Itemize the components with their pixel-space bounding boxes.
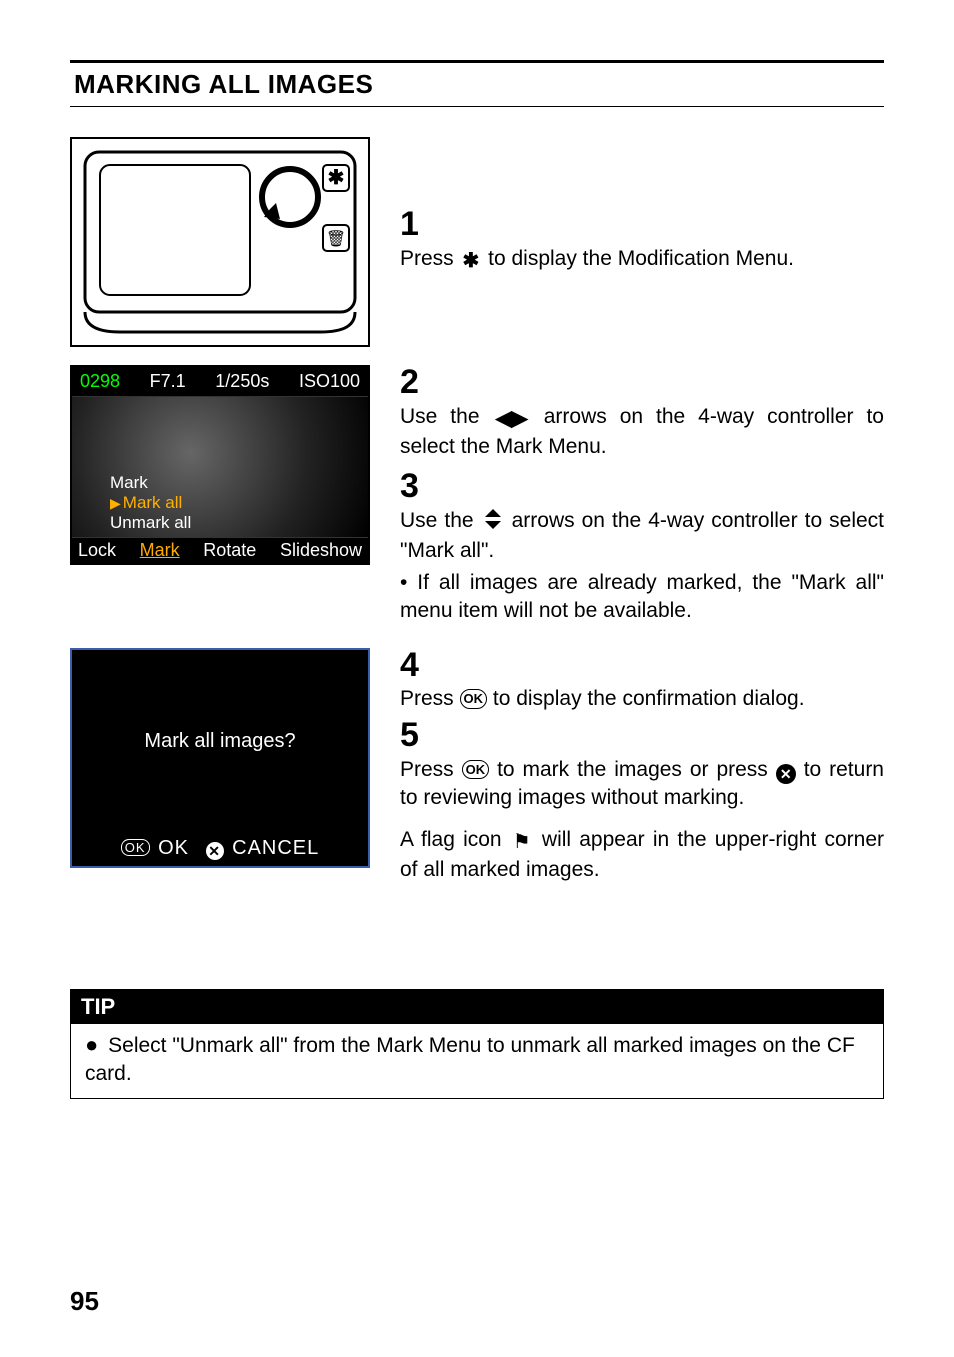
dialog-question: Mark all images? [144,730,295,753]
section-title: MARKING ALL IMAGES [70,60,884,107]
btn-rotate[interactable]: Rotate [203,540,256,561]
up-down-arrow-icon [484,507,502,537]
step-1-text: Press ✱ to display the Modification Menu… [400,245,884,275]
lcd-mark-menu: 0298 F7.1 1/250s ISO100 Mark Mark all Un… [70,365,370,565]
lcd-submenu: Mark Mark all Unmark all [110,473,191,533]
flag-icon: ⚑ [513,829,531,856]
tip-body: ● Select "Unmark all" from the Mark Menu… [71,1024,883,1099]
step-1-number: 1 [400,207,884,243]
svg-text:🗑: 🗑 [326,230,346,248]
cancel-circle-icon: ✕ [776,764,796,784]
step-4-number: 4 [400,648,884,684]
svg-text:✱: ✱ [328,167,345,189]
step-5-text: Press OK to mark the images or press ✕ t… [400,756,884,813]
step1-post: to display the Modification Menu. [488,247,794,270]
menu-mark-all[interactable]: Mark all [110,493,191,513]
btn-lock[interactable]: Lock [78,540,116,561]
cancel-badge-icon: ✕ [206,842,224,860]
dialog-mark-all: Mark all images? OK OK ✕ CANCEL [70,648,370,868]
step-2-text: Use the ◀▶ arrows on the 4-way controlle… [400,403,884,462]
btn-mark[interactable]: Mark [140,540,180,561]
bullet-dot-icon: • [400,571,407,594]
step-2-number: 2 [400,365,884,401]
btn-slideshow[interactable]: Slideshow [280,540,362,561]
step-3-line1: Use the arrows on the 4-way controller t… [400,507,884,565]
step-5-number: 5 [400,718,884,754]
ok-badge-icon: OK [121,839,150,856]
flag-note: A flag icon ⚑ will appear in the upper-r… [400,826,884,884]
step1-pre: Press [400,247,460,270]
lcd-fstop: F7.1 [150,371,186,392]
menu-unmark-all[interactable]: Unmark all [110,513,191,533]
lcd-shutter: 1/250s [215,371,269,392]
dialog-controls: OK OK ✕ CANCEL [121,837,320,860]
row-2: 0298 F7.1 1/250s ISO100 Mark Mark all Un… [70,365,884,630]
dialog-ok[interactable]: OK [158,837,189,859]
ok-pill-icon-2: OK [462,760,490,780]
camera-line-drawing: ✱ 🗑 [70,137,370,347]
step-4-text: Press OK to display the confirmation dia… [400,685,884,713]
ok-pill-icon: OK [460,689,488,709]
row-3: Mark all images? OK OK ✕ CANCEL 4 Press … [70,648,884,889]
page-number: 95 [70,1286,99,1317]
tip-bullet-icon: ● [85,1032,98,1057]
menu-head: Mark [110,473,191,493]
lcd-counter: 0298 [80,371,120,392]
row-1: ✱ 🗑 1 Press ✱ to display the Modificatio… [70,137,884,347]
asterisk-icon: ✱ [463,248,480,275]
tip-header: TIP [71,990,883,1024]
left-right-arrow-icon: ◀▶ [495,405,527,433]
step-3-line2: • If all images are already marked, the … [400,569,884,626]
lcd-iso: ISO100 [299,371,360,392]
step-3-number: 3 [400,469,884,505]
tip-box: TIP ● Select "Unmark all" from the Mark … [70,989,884,1100]
dialog-cancel[interactable]: CANCEL [232,837,319,859]
